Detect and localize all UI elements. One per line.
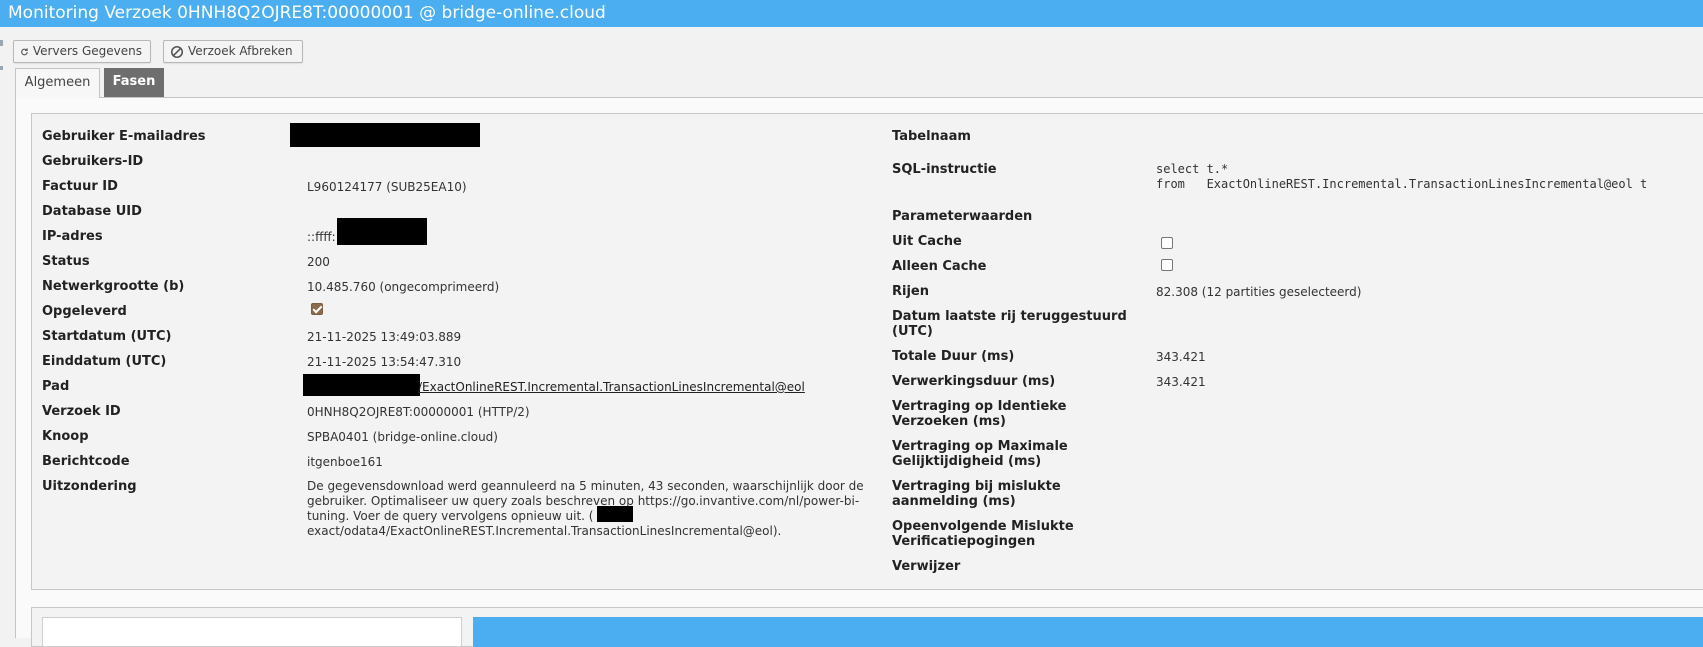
exception-line-3: tuning. Voer de query vervolgens opnieuw… (307, 509, 594, 523)
exception-label: Uitzondering (42, 479, 137, 494)
network-size-value: 10.485.760 (ongecomprimeerd) (307, 280, 500, 294)
message-code-value: itgenboe161 (307, 455, 383, 469)
request-id-label: Verzoek ID (42, 404, 121, 419)
total-duration-label: Totale Duur (ms) (892, 349, 1015, 364)
request-id-value: 0HNH8Q2OJRE8T:00000001 (HTTP/2) (307, 405, 530, 419)
processing-duration-label: Verwerkingsduur (ms) (892, 374, 1056, 389)
path-link[interactable]: /ExactOnlineREST.Incremental.Transaction… (418, 380, 805, 394)
path-label: Pad (42, 379, 70, 394)
invoice-id-value: L960124177 (SUB25EA10) (307, 180, 467, 194)
status-value: 200 (307, 255, 330, 269)
total-duration-value: 343.421 (1156, 350, 1206, 364)
refresh-data-label: Ververs Gegevens (32, 44, 142, 58)
from-cache-label: Uit Cache (892, 234, 962, 249)
parameter-values-label: Parameterwaarden (892, 209, 1033, 224)
email-redacted-value (290, 123, 480, 147)
refresh-data-button[interactable]: Ververs Gegevens (13, 40, 151, 63)
end-date-label: Einddatum (UTC) (42, 354, 167, 369)
delay-failed-login-label: Vertraging bij mislukte aanmelding (ms) (892, 479, 1061, 509)
invoice-id-label: Factuur ID (42, 179, 118, 194)
tab-phases[interactable]: Fasen (104, 68, 164, 97)
only-cache-label: Alleen Cache (892, 259, 987, 274)
status-label: Status (42, 254, 90, 269)
abort-request-button[interactable]: Verzoek Afbreken (163, 40, 303, 63)
node-value: SPBA0401 (bridge-online.cloud) (307, 430, 498, 444)
exception-redacted (597, 506, 633, 522)
delivered-label: Opgeleverd (42, 304, 127, 319)
delay-identical-requests-label: Vertraging op Identieke Verzoeken (ms) (892, 399, 1067, 429)
tab-general[interactable]: Algemeen (15, 68, 100, 98)
processing-duration-value: 343.421 (1156, 375, 1206, 389)
bottom-left-box (42, 617, 462, 647)
network-size-label: Netwerkgrootte (b) (42, 279, 185, 294)
delivered-checkbox[interactable] (311, 303, 323, 315)
sql-statement-line-2: from ExactOnlineREST.Incremental.Transac… (1156, 177, 1648, 191)
window-edge-mark (0, 66, 3, 70)
database-uid-label: Database UID (42, 204, 142, 219)
ip-address-value: ::ffff: (307, 230, 336, 244)
sql-statement-line-1: select t.* (1156, 162, 1229, 176)
start-date-label: Startdatum (UTC) (42, 329, 172, 344)
message-code-label: Berichtcode (42, 454, 130, 469)
refresh-icon (21, 47, 28, 55)
exception-line-4: exact/odata4/ExactOnlineREST.Incremental… (307, 524, 782, 538)
start-date-value: 21-11-2025 13:49:03.889 (307, 330, 462, 344)
only-cache-checkbox[interactable] (1161, 259, 1173, 271)
rows-label: Rijen (892, 284, 929, 299)
abort-request-label: Verzoek Afbreken (188, 44, 293, 58)
last-row-date-label: Datum laatste rij teruggestuurd (UTC) (892, 309, 1127, 339)
ip-address-label: IP-adres (42, 229, 103, 244)
failed-verifications-label: Opeenvolgende Mislukte Verificatiepoging… (892, 519, 1074, 549)
from-cache-checkbox[interactable] (1161, 237, 1173, 249)
window-edge-mark (0, 40, 3, 46)
exception-line-2: gebruiker. Optimaliseer uw query zoals b… (307, 494, 860, 508)
sql-statement-label: SQL-instructie (892, 162, 997, 177)
path-redacted-prefix (303, 374, 420, 396)
email-label: Gebruiker E-mailadres (42, 129, 206, 144)
exception-line-1: De gegevensdownload werd geannuleerd na … (307, 479, 864, 493)
end-date-value: 21-11-2025 13:54:47.310 (307, 355, 462, 369)
delay-max-concurrency-label: Vertraging op Maximale Gelijktijdigheid … (892, 439, 1068, 469)
referrer-label: Verwijzer (892, 559, 961, 574)
window-title: Monitoring Verzoek 0HNH8Q2OJRE8T:0000000… (0, 0, 1703, 27)
table-name-label: Tabelnaam (892, 129, 971, 144)
rows-value: 82.308 (12 partities geselecteerd) (1156, 285, 1362, 299)
bottom-blue-bar (473, 617, 1703, 647)
ban-icon (170, 45, 184, 58)
ip-address-redacted (337, 218, 427, 245)
node-label: Knoop (42, 429, 89, 444)
user-id-label: Gebruikers-ID (42, 154, 144, 169)
